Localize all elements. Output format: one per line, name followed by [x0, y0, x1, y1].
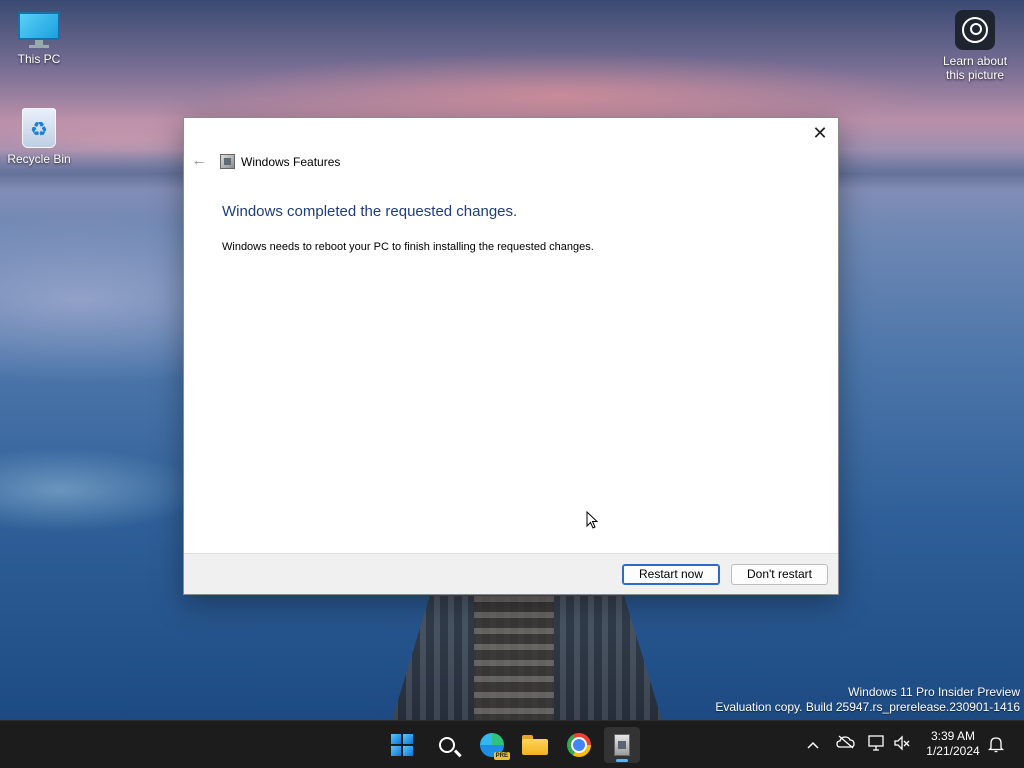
- desktop-icon-label: Learn about this picture: [942, 54, 1008, 82]
- search-button[interactable]: [429, 727, 465, 763]
- volume-button[interactable]: [893, 735, 911, 755]
- evaluation-watermark: Windows 11 Pro Insider Preview Evaluatio…: [715, 685, 1020, 715]
- desktop-icon-learn-about-picture[interactable]: Learn about this picture: [937, 10, 1013, 82]
- watermark-line-2: Evaluation copy. Build 25947.rs_prerelea…: [715, 700, 1020, 714]
- edge-preview-badge: PRE: [493, 752, 510, 760]
- network-button[interactable]: [868, 735, 886, 755]
- dialog-message: Windows needs to reboot your PC to finis…: [222, 241, 594, 253]
- desktop-icon-this-pc[interactable]: This PC: [1, 10, 77, 66]
- show-hidden-icons-button[interactable]: [805, 735, 821, 755]
- chevron-up-icon: [807, 741, 819, 749]
- taskbar-chrome-button[interactable]: [561, 727, 597, 763]
- desktop-icon-label: This PC: [17, 52, 61, 66]
- volume-muted-icon: [894, 735, 910, 751]
- windows-features-icon: [614, 734, 630, 756]
- dialog-title: Windows Features: [241, 155, 341, 169]
- wallpaper-pier-steps: [474, 596, 554, 720]
- windows-features-dialog: ✕ ← Windows Features Windows completed t…: [183, 117, 839, 595]
- windows-logo-icon: [391, 734, 413, 756]
- desktop-icon-label: Recycle Bin: [7, 152, 71, 166]
- monitor-icon: [18, 10, 60, 48]
- taskbar: PRE 3:39 AM 1/21/2024: [0, 720, 1024, 768]
- dont-restart-button[interactable]: Don't restart: [731, 564, 828, 585]
- onedrive-icon: [836, 735, 855, 749]
- restart-now-button[interactable]: Restart now: [622, 564, 720, 585]
- notification-bell-icon: [987, 737, 1005, 753]
- taskbar-clock[interactable]: 3:39 AM 1/21/2024: [920, 729, 986, 759]
- desktop-icon-recycle-bin[interactable]: ♻ Recycle Bin: [1, 108, 77, 166]
- start-button[interactable]: [384, 727, 420, 763]
- recycle-bin-icon: ♻: [22, 108, 56, 148]
- search-icon: [439, 737, 455, 753]
- back-arrow-icon[interactable]: ←: [190, 152, 208, 170]
- onedrive-button[interactable]: [836, 735, 856, 755]
- taskbar-edge-button[interactable]: PRE: [474, 727, 510, 763]
- watermark-line-1: Windows 11 Pro Insider Preview: [848, 685, 1020, 699]
- clock-time: 3:39 AM: [930, 729, 976, 743]
- edge-icon: PRE: [480, 733, 510, 760]
- network-icon: [868, 735, 884, 751]
- windows-features-icon: [220, 154, 235, 169]
- dialog-heading: Windows completed the requested changes.: [222, 203, 518, 220]
- notifications-button[interactable]: [987, 735, 1005, 755]
- chrome-icon: [567, 733, 591, 757]
- close-button[interactable]: ✕: [808, 122, 832, 144]
- taskbar-windows-features-button[interactable]: [604, 727, 640, 763]
- learn-about-picture-icon: [955, 10, 995, 50]
- mouse-cursor-icon: [586, 511, 598, 529]
- taskbar-file-explorer-button[interactable]: [517, 727, 553, 763]
- folder-icon: [522, 735, 548, 755]
- clock-date: 1/21/2024: [926, 744, 980, 758]
- dialog-footer: Restart now Don't restart: [184, 553, 838, 594]
